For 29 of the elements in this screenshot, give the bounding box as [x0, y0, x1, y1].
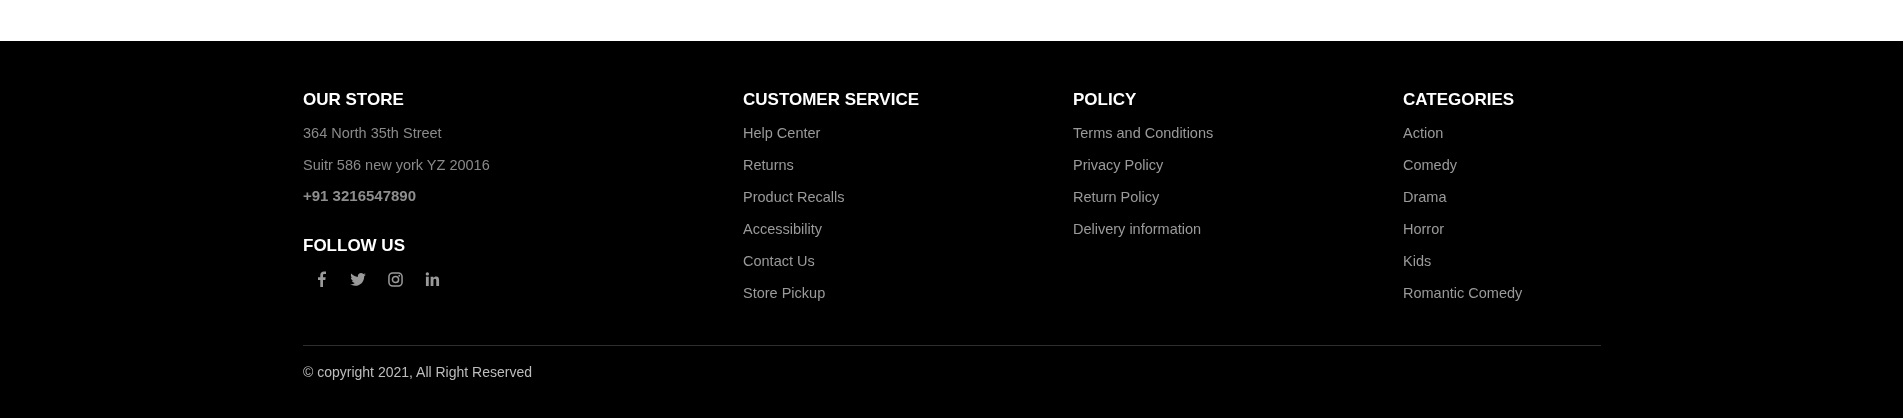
footer-link[interactable]: Romantic Comedy	[1403, 277, 1523, 309]
facebook-icon[interactable]	[316, 271, 326, 287]
column-heading: OUR STORE	[303, 89, 404, 111]
footer-link[interactable]: Product Recalls	[743, 181, 845, 213]
footer-link[interactable]: Contact Us	[743, 245, 815, 277]
footer-link[interactable]: Returns	[743, 149, 794, 181]
twitter-icon[interactable]	[350, 272, 366, 286]
copyright-text: © copyright 2021, All Right Reserved	[303, 364, 533, 380]
footer-link[interactable]: Terms and Conditions	[1073, 117, 1214, 149]
column-heading: POLICY	[1073, 89, 1137, 111]
footer-link[interactable]: Horror	[1403, 213, 1445, 245]
footer-link[interactable]: Privacy Policy	[1073, 149, 1164, 181]
phone-number: +91 3216547890	[303, 186, 417, 206]
footer-link[interactable]: Kids	[1403, 245, 1432, 277]
footer-link[interactable]: Comedy	[1403, 149, 1457, 181]
footer-link[interactable]: Drama	[1403, 181, 1447, 213]
address-line: Suitr 586 new york YZ 20016	[303, 156, 490, 175]
column-heading: CUSTOMER SERVICE	[743, 89, 920, 111]
footer-link[interactable]: Accessibility	[743, 213, 822, 245]
footer-link[interactable]: Help Center	[743, 117, 821, 149]
instagram-icon[interactable]	[387, 271, 403, 287]
footer-link[interactable]: Return Policy	[1073, 181, 1160, 213]
column-heading: CATEGORIES	[1403, 89, 1515, 111]
footer-link[interactable]: Delivery information	[1073, 213, 1202, 245]
linkedin-icon[interactable]	[424, 271, 440, 287]
footer-link[interactable]: Store Pickup	[743, 277, 826, 309]
address-line: 364 North 35th Street	[303, 124, 442, 143]
column-heading: FOLLOW US	[303, 235, 405, 257]
footer-link[interactable]: Action	[1403, 117, 1444, 149]
